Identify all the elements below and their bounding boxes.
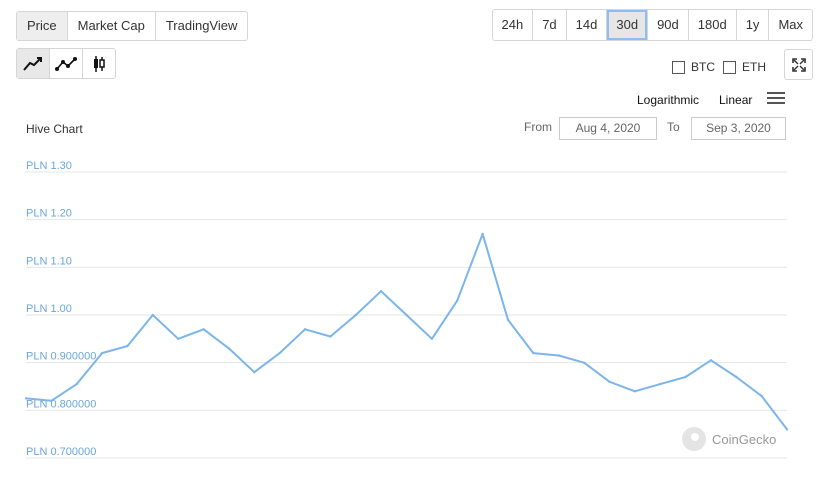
price-point	[532, 351, 535, 355]
price-point	[202, 328, 205, 331]
price-point	[177, 337, 180, 340]
y-tick-label: PLN 0.700000	[26, 446, 96, 458]
price-point	[430, 337, 434, 340]
price-point	[24, 397, 28, 400]
price-point	[50, 399, 53, 402]
price-point	[785, 428, 789, 431]
coingecko-logo-icon	[682, 427, 706, 451]
price-point	[278, 351, 281, 355]
price-point	[227, 347, 231, 350]
price-point	[75, 382, 78, 386]
y-tick-label: PLN 1.00	[26, 303, 72, 315]
price-point	[126, 344, 129, 348]
price-point	[456, 299, 459, 302]
price-point	[557, 354, 560, 357]
y-tick-label: PLN 1.20	[26, 208, 72, 220]
price-point	[354, 313, 357, 317]
price-point	[481, 232, 484, 236]
price-point	[659, 382, 662, 386]
price-point	[735, 375, 738, 379]
price-point	[379, 290, 383, 293]
price-point	[303, 328, 307, 331]
price-point	[405, 313, 408, 317]
price-point	[506, 318, 510, 321]
price-point	[633, 390, 636, 393]
coingecko-watermark: CoinGecko	[682, 427, 776, 451]
price-point	[608, 380, 611, 383]
y-tick-label: PLN 1.30	[26, 160, 72, 172]
price-point	[582, 361, 586, 364]
price-point	[329, 335, 332, 338]
y-tick-label: PLN 0.900000	[26, 351, 96, 363]
price-point	[760, 394, 763, 398]
y-tick-label: PLN 1.10	[26, 255, 72, 267]
watermark-text: CoinGecko	[712, 431, 777, 447]
price-point	[709, 359, 713, 362]
price-point	[684, 375, 687, 379]
price-chart: PLN 1.30 PLN 1.20 PLN 1.10 PLN 1.00 PLN 0.90…	[24, 160, 789, 459]
price-point	[151, 313, 154, 317]
price-series-line	[25, 233, 788, 431]
price-point	[253, 371, 256, 374]
price-point	[100, 351, 104, 355]
